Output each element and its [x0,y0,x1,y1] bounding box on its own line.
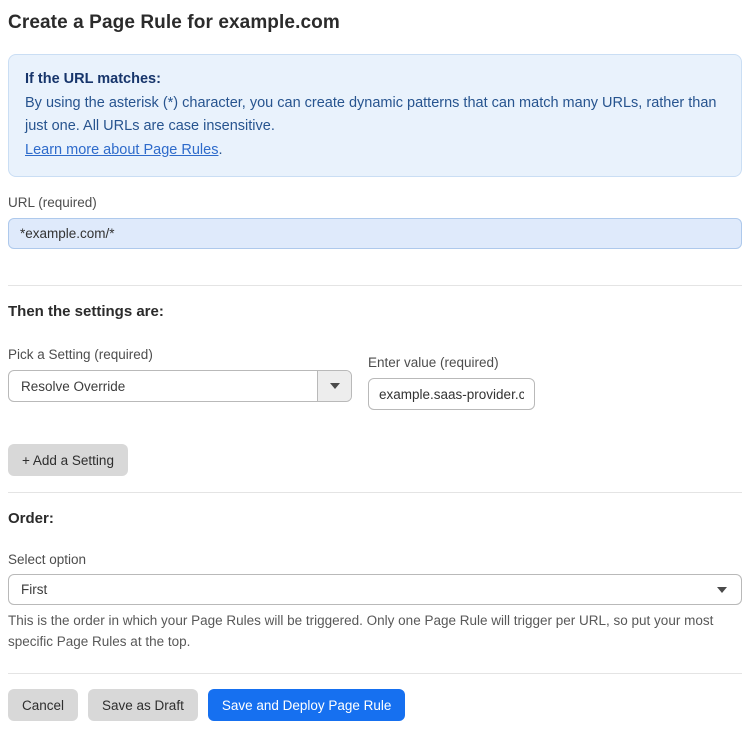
page-title: Create a Page Rule for example.com [8,12,340,33]
setting-select-label: Pick a Setting (required) [8,347,153,362]
link-period: . [218,141,223,158]
settings-row: Pick a Setting (required) Resolve Overri… [8,347,742,410]
footer-divider [8,673,742,674]
url-input[interactable] [8,218,742,249]
setting-select-value: Resolve Override [21,378,126,394]
add-setting-button[interactable]: + Add a Setting [8,444,128,476]
settings-section-heading: Then the settings are: [8,303,164,320]
order-section-heading: Order: [8,510,54,527]
learn-more-link[interactable]: Learn more about Page Rules [25,142,218,158]
chevron-down-icon [329,383,340,389]
order-select-label: Select option [8,552,87,567]
cancel-button[interactable]: Cancel [8,689,79,721]
setting-select[interactable]: Resolve Override [8,370,352,402]
section-divider [8,492,742,493]
order-help-text: This is the order in which your Page Rul… [8,613,714,649]
info-box-heading: If the URL matches: [25,71,161,87]
setting-value-input[interactable] [368,378,535,410]
url-match-info-box: If the URL matches: By using the asteris… [8,54,742,177]
chevron-down-icon [717,586,727,593]
save-and-deploy-button[interactable]: Save and Deploy Page Rule [207,689,406,721]
section-divider [8,285,742,286]
order-select[interactable]: First [8,574,742,605]
url-field-label: URL (required) [8,195,97,210]
info-box-body: By using the asterisk (*) character, you… [25,94,717,135]
save-as-draft-button[interactable]: Save as Draft [88,689,198,721]
value-input-column: Enter value (required) [368,355,535,410]
footer-button-row: Cancel Save as Draft Save and Deploy Pag… [8,689,742,721]
info-box-link-line: Learn more about Page Rules. [25,139,725,163]
order-select-value: First [21,582,48,597]
setting-select-arrow-button[interactable] [317,371,351,401]
value-input-label: Enter value (required) [368,355,499,370]
setting-select-column: Pick a Setting (required) Resolve Overri… [8,347,352,402]
